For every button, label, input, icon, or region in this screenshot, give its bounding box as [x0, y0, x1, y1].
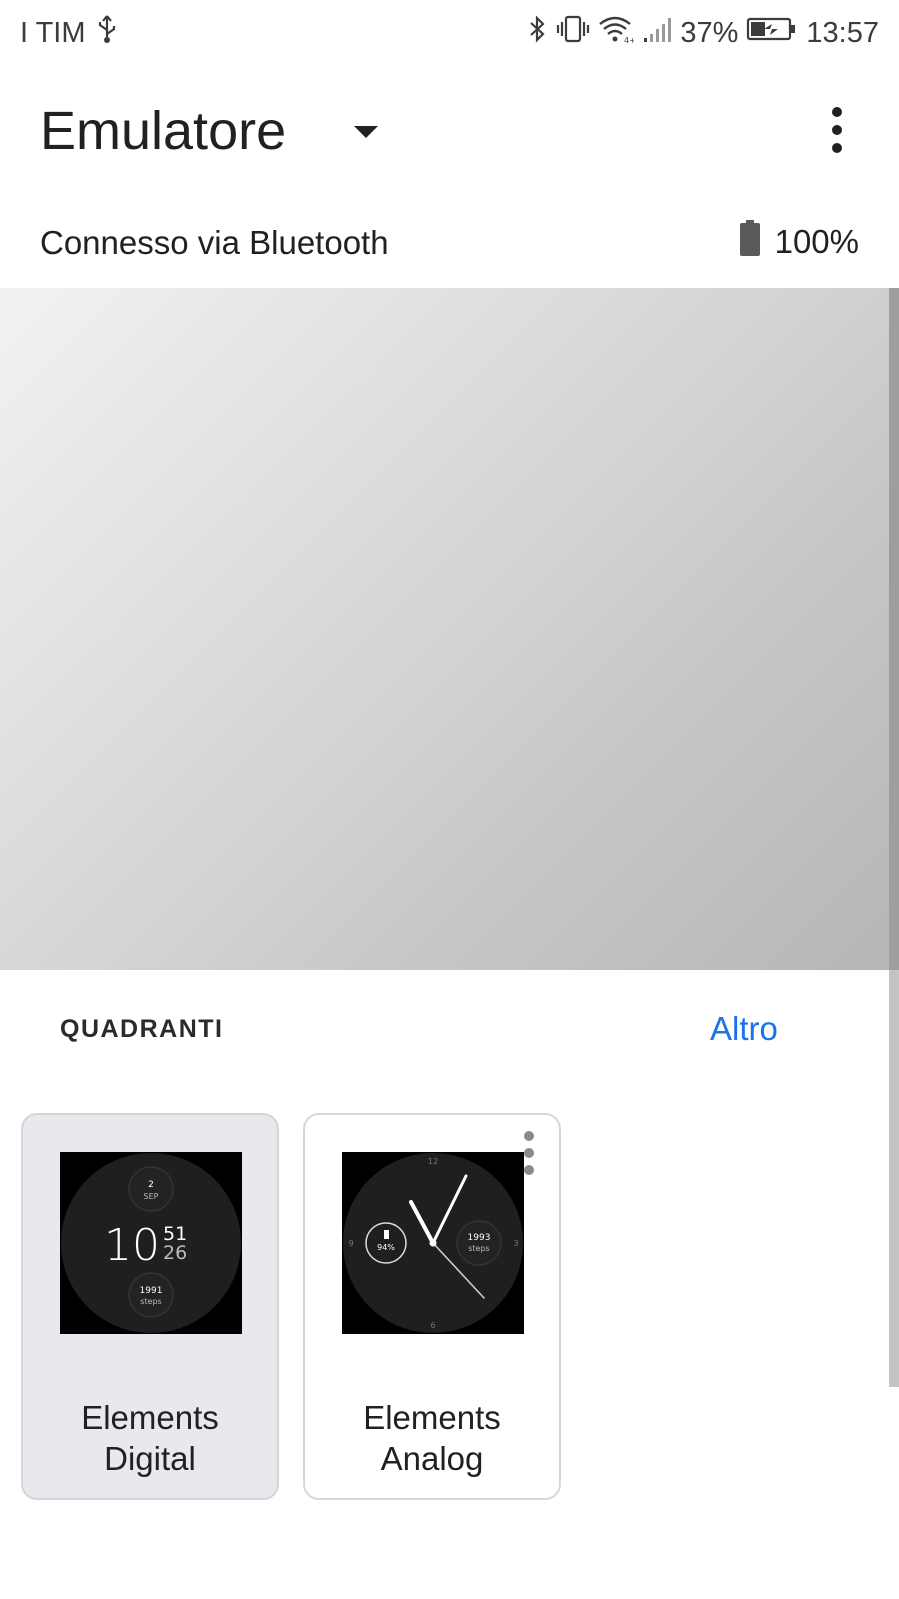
- watch-face-name-text: Elements Digital: [81, 1399, 219, 1477]
- scrollbar[interactable]: [889, 970, 899, 1387]
- analog-tick-3: 3: [513, 1239, 518, 1248]
- watch-preview-area: [0, 288, 899, 970]
- battery-charging-icon: [746, 14, 798, 52]
- analog-tick-6: 6: [430, 1321, 435, 1330]
- digital-date-month: SEP: [144, 1192, 159, 1201]
- digital-steps-value: 1991: [140, 1286, 163, 1296]
- watch-face-name: Elements Analog: [305, 1397, 559, 1479]
- watch-face-card-elements-analog[interactable]: 12 3 6 9 94% 1993 steps Elements Analog: [303, 1113, 561, 1500]
- signal-icon: [642, 14, 672, 52]
- digital-hour: 10: [104, 1220, 160, 1271]
- connection-status-text: Connesso via Bluetooth: [40, 224, 389, 261]
- watch-face-name-text: Elements Analog: [363, 1399, 501, 1477]
- analog-steps-label: steps: [468, 1244, 489, 1253]
- digital-second: 26: [163, 1242, 187, 1264]
- watch-face-thumbnail: 2 SEP 10 51 26 1991 steps: [60, 1152, 242, 1334]
- clock: 13:57: [806, 16, 879, 49]
- device-title[interactable]: Emulatore: [40, 100, 286, 162]
- more-vert-icon[interactable]: [825, 106, 849, 154]
- preview-edge-shadow: [889, 288, 899, 970]
- watch-battery: 100%: [739, 220, 859, 264]
- watch-face-thumbnail: 12 3 6 9 94% 1993 steps: [342, 1152, 524, 1334]
- wifi-icon: 4+: [598, 14, 636, 52]
- digital-steps-label: steps: [140, 1297, 161, 1306]
- usb-icon: [96, 14, 118, 52]
- analog-tick-12: 12: [428, 1157, 438, 1166]
- bluetooth-icon: [528, 14, 548, 52]
- arrow-drop-down-icon[interactable]: [352, 118, 380, 146]
- analog-steps-value: 1993: [468, 1233, 491, 1243]
- watch-face-card-elements-digital[interactable]: 2 SEP 10 51 26 1991 steps Elements Digit…: [21, 1113, 279, 1500]
- connection-status-row: Connesso via Bluetooth 100%: [0, 202, 899, 288]
- status-bar: I TIM 4+ 37% 13:57: [0, 0, 899, 62]
- analog-tick-9: 9: [348, 1239, 353, 1248]
- more-watch-faces-link[interactable]: Altro: [710, 1010, 778, 1048]
- watch-faces-header: QUADRANTI: [60, 1015, 224, 1043]
- digital-date-day: 2: [148, 1180, 154, 1190]
- watch-face-name: Elements Digital: [23, 1397, 277, 1479]
- battery-full-icon: [739, 220, 761, 264]
- app-bar: Emulatore: [0, 62, 899, 202]
- battery-percent: 37%: [680, 16, 739, 49]
- more-vert-icon[interactable]: [521, 1129, 537, 1177]
- svg-text:4+: 4+: [624, 36, 634, 44]
- carrier-label: I TIM: [20, 16, 86, 49]
- watch-battery-percent: 100%: [774, 223, 859, 260]
- analog-battery-value: 94%: [377, 1243, 395, 1252]
- vibrate-icon: [556, 14, 590, 52]
